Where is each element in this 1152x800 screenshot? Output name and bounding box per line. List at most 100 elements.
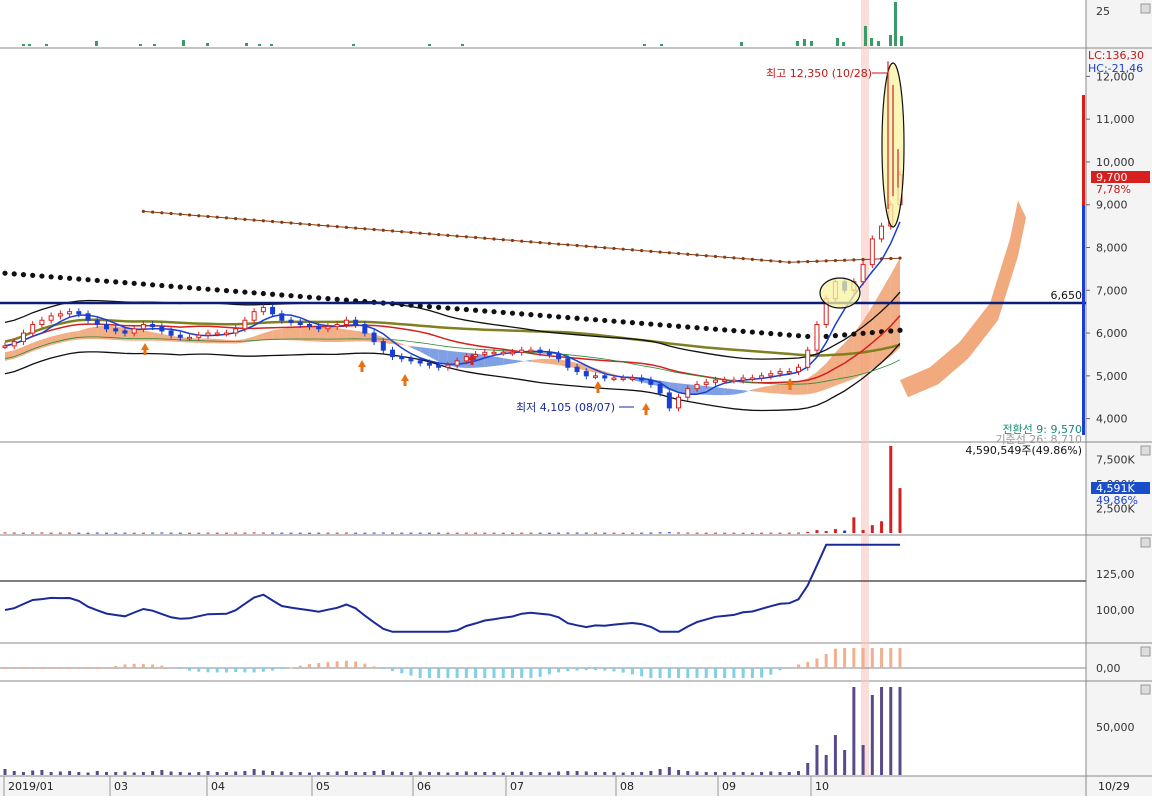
ma-black-dot xyxy=(316,295,322,301)
candle-body xyxy=(94,319,100,326)
candle-body xyxy=(196,334,202,338)
ma-black-dot xyxy=(556,314,562,320)
bottom-indicator-bar xyxy=(400,772,404,775)
macd-bar xyxy=(575,668,579,671)
candle-body xyxy=(519,349,525,353)
volume-bar xyxy=(880,521,884,533)
candle-body xyxy=(712,379,718,383)
bottom-indicator-bar xyxy=(797,771,801,775)
candle-body xyxy=(408,358,414,362)
macd-bar xyxy=(455,668,459,678)
bottom-indicator-bar xyxy=(464,771,468,775)
cloud-segment xyxy=(724,388,734,396)
bottom-indicator-bar xyxy=(123,771,127,775)
ma-black-dot xyxy=(472,307,479,313)
close-icon[interactable] xyxy=(1140,684,1151,695)
volume-bar xyxy=(797,532,801,534)
volume-bar xyxy=(713,532,717,534)
bottom-indicator-bar xyxy=(677,770,681,775)
volume-bar xyxy=(787,532,791,534)
volume-bar xyxy=(31,532,35,534)
ma-black-dot xyxy=(805,333,811,340)
candle-body xyxy=(593,375,599,378)
bottom-indicator-bar xyxy=(3,769,7,775)
candle-body xyxy=(509,351,515,355)
macd-bar xyxy=(114,665,118,668)
candle-body xyxy=(177,334,183,338)
top-indicator-bar xyxy=(842,42,845,46)
bottom-indicator-bar xyxy=(95,771,99,775)
candle-body xyxy=(390,349,396,358)
close-icon[interactable] xyxy=(1140,445,1151,456)
volume-bar xyxy=(474,532,478,534)
close-icon[interactable] xyxy=(1140,537,1151,548)
bottom-indicator-bar xyxy=(224,772,228,775)
macd-bar xyxy=(132,663,136,668)
ma-black-dot xyxy=(611,318,617,324)
volume-bar xyxy=(741,532,745,534)
candle-body xyxy=(546,351,552,355)
candle-body xyxy=(666,392,672,409)
macd-bar xyxy=(354,661,358,668)
volume-bar xyxy=(409,532,413,534)
candle-body xyxy=(85,313,91,321)
candle-body xyxy=(11,341,17,347)
bottom-indicator-bar xyxy=(188,772,192,775)
candle-body xyxy=(380,341,386,351)
bottom-indicator-bar xyxy=(833,735,837,775)
bottom-indicator-bar xyxy=(492,772,496,775)
ma-black-dot xyxy=(76,276,82,282)
candle-body xyxy=(325,326,331,330)
top-indicator-bar xyxy=(258,44,261,46)
macd-bar xyxy=(326,662,330,668)
macd-bar xyxy=(474,668,478,678)
macd-bar xyxy=(658,668,662,678)
macd-bar xyxy=(861,648,865,668)
volume-tick-label: 7,500K xyxy=(1096,454,1135,467)
macd-bar xyxy=(280,668,284,670)
volume-bar xyxy=(151,532,155,534)
date-axis-end-label: 10/29 xyxy=(1098,780,1130,793)
ma-black-dot xyxy=(131,280,137,286)
date-tick-label: 2019/01 xyxy=(8,780,54,793)
top-indicator-bar xyxy=(153,44,156,46)
ma-black-dot xyxy=(140,281,147,287)
ma-black-dot xyxy=(888,328,894,334)
bottom-indicator-bar xyxy=(31,770,35,775)
ma-black-dot xyxy=(94,277,100,284)
macd-bar xyxy=(188,668,192,671)
candle-body xyxy=(860,264,866,283)
ma-black-dot xyxy=(159,282,165,289)
bottom-indicator-bar xyxy=(547,772,551,775)
candle-body xyxy=(353,319,359,326)
volume-bar xyxy=(169,532,173,534)
ma-black-dot xyxy=(20,272,27,278)
volume-bar xyxy=(557,532,561,534)
ma-black-dot xyxy=(648,321,654,327)
volume-bar xyxy=(21,532,25,534)
close-icon[interactable] xyxy=(1140,646,1151,657)
bottom-indicator-bar xyxy=(271,771,275,775)
volume-bar xyxy=(427,532,431,534)
volume-bar xyxy=(40,532,44,534)
macd-bar xyxy=(409,668,413,676)
bottom-tick-label: 50,000 xyxy=(1096,721,1135,734)
ma-black-dot xyxy=(712,326,719,332)
volume-bar xyxy=(464,532,468,534)
ma-black-dot xyxy=(565,314,571,321)
ma-black-dot xyxy=(768,330,774,337)
candle-body xyxy=(159,326,165,332)
macd-bar xyxy=(289,667,293,669)
price-tick-label: 9,000 xyxy=(1096,199,1128,212)
candle-body xyxy=(288,319,294,323)
macd-bar xyxy=(160,665,164,668)
cloud-segment xyxy=(494,356,504,367)
macd-bar xyxy=(271,668,275,671)
bottom-indicator-bar xyxy=(741,772,745,775)
bottom-indicator-bar xyxy=(77,772,81,775)
candle-body xyxy=(67,311,73,315)
close-icon[interactable] xyxy=(1140,3,1151,14)
price-tick-label: 5,000 xyxy=(1096,370,1128,383)
bottom-indicator-bar xyxy=(289,772,293,775)
ma-black-dot xyxy=(306,294,313,300)
